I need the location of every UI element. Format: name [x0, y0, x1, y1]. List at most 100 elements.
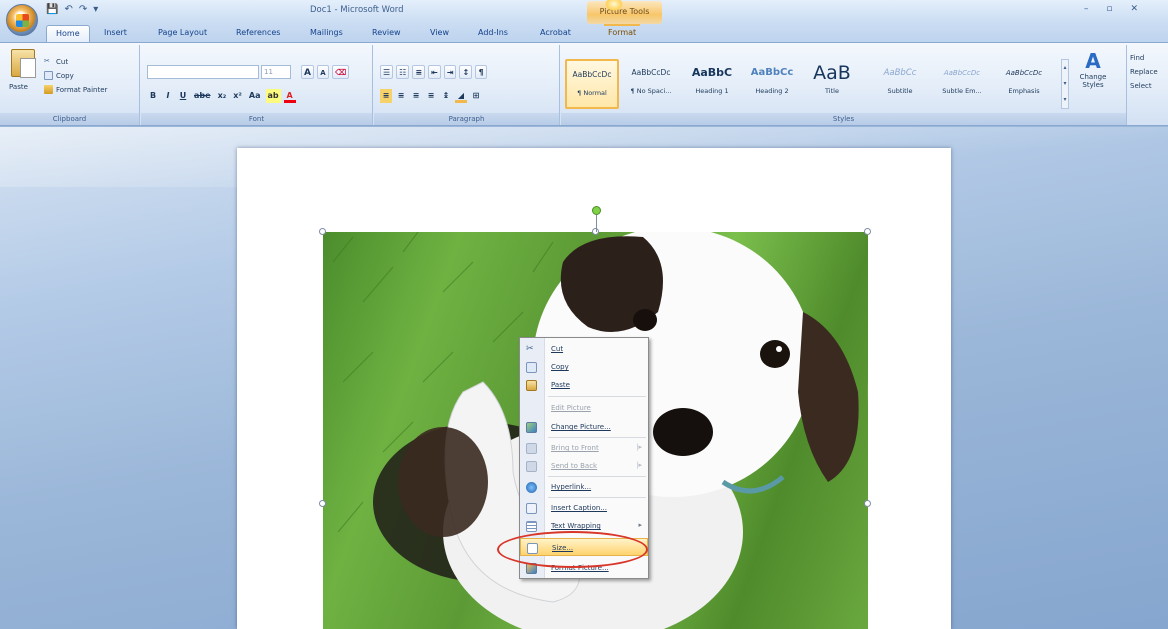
- justify-icon[interactable]: ≡: [425, 89, 437, 103]
- menu-item-edit-picture[interactable]: Edit Picture: [520, 399, 648, 417]
- text-wrapping-icon: [526, 521, 537, 532]
- font-size-combo[interactable]: 11: [261, 65, 291, 79]
- italic-button[interactable]: I: [162, 89, 174, 103]
- font-color-icon[interactable]: A: [283, 89, 296, 103]
- grow-font-button[interactable]: A: [301, 65, 314, 79]
- style-sample: AaBbCcDc: [1005, 69, 1043, 77]
- tab-page-layout[interactable]: Page Layout: [158, 28, 207, 37]
- paste-label: Paste: [9, 83, 28, 91]
- style-name: Emphasis: [1008, 87, 1040, 95]
- tab-view[interactable]: View: [430, 28, 449, 37]
- style-heading-1[interactable]: AaBbC Heading 1: [685, 59, 739, 109]
- tab-references[interactable]: References: [236, 28, 280, 37]
- increase-indent-icon[interactable]: ⇥: [443, 65, 457, 79]
- show-marks-icon[interactable]: ¶: [475, 65, 488, 79]
- underline-button[interactable]: U: [177, 89, 189, 103]
- replace-button[interactable]: Replace: [1130, 65, 1158, 79]
- style-subtitle[interactable]: AaBbCc Subtitle: [873, 59, 927, 109]
- rotation-handle-stem: [596, 215, 597, 232]
- style-normal[interactable]: AaBbCcDc ¶ Normal: [565, 59, 619, 109]
- copy-icon: [44, 71, 53, 80]
- tab-insert[interactable]: Insert: [104, 28, 127, 37]
- undo-icon[interactable]: ↶: [64, 4, 72, 15]
- bring-to-front-icon: [526, 443, 537, 454]
- cut-button[interactable]: ✂ Cut: [44, 57, 68, 66]
- sort-icon[interactable]: ↕: [459, 65, 473, 79]
- menu-item-copy[interactable]: Copy: [520, 358, 648, 376]
- strikethrough-button[interactable]: abe: [192, 89, 213, 103]
- align-center-icon[interactable]: ≡: [395, 89, 407, 103]
- format-painter-button[interactable]: Format Painter: [44, 85, 107, 94]
- style-no-spacing[interactable]: AaBbCcDc ¶ No Spaci...: [624, 59, 678, 109]
- scissors-icon: ✂: [526, 344, 534, 354]
- styles-scroll-icon[interactable]: ▴ ▾ ▾: [1061, 59, 1069, 109]
- style-heading-2[interactable]: AaBbCc Heading 2: [745, 59, 799, 109]
- rotation-handle[interactable]: [592, 206, 601, 215]
- highlight-color-icon[interactable]: ab: [265, 89, 281, 103]
- find-button[interactable]: Find: [1130, 51, 1158, 65]
- change-styles-button[interactable]: A Change Styles: [1073, 49, 1113, 89]
- style-title[interactable]: AaB Title: [805, 59, 859, 109]
- paste-button[interactable]: [11, 49, 36, 78]
- menu-item-cut[interactable]: ✂ Cut: [520, 340, 648, 358]
- tab-review[interactable]: Review: [372, 28, 401, 37]
- close-icon[interactable]: ✕: [1130, 4, 1156, 14]
- borders-icon[interactable]: ⊞: [470, 89, 482, 103]
- clear-formatting-icon[interactable]: ⌫: [331, 65, 350, 79]
- menu-separator: [548, 476, 646, 477]
- redo-icon[interactable]: ↷: [79, 4, 87, 15]
- resize-handle-nw[interactable]: [319, 228, 326, 235]
- numbering-icon[interactable]: ☷: [396, 65, 410, 79]
- decrease-indent-icon[interactable]: ⇤: [428, 65, 441, 79]
- style-sample: AaBbCc: [750, 67, 794, 78]
- menu-item-insert-caption[interactable]: Insert Caption...: [520, 499, 648, 517]
- select-button[interactable]: Select: [1130, 79, 1158, 93]
- resize-handle-w[interactable]: [319, 500, 326, 507]
- send-to-back-icon: [526, 461, 537, 472]
- menu-item-label: Send to Back: [551, 462, 598, 470]
- tab-acrobat[interactable]: Acrobat: [540, 28, 571, 37]
- line-spacing-icon[interactable]: ↨: [440, 89, 452, 103]
- menu-separator: [548, 396, 646, 397]
- annotation-circle: [497, 531, 648, 568]
- tab-format[interactable]: Format: [603, 24, 641, 37]
- paste-icon: [526, 380, 537, 391]
- menu-item-label: Cut: [551, 345, 564, 353]
- style-sample: AaBbCcDc: [943, 69, 981, 77]
- copy-button[interactable]: Copy: [44, 71, 74, 80]
- bold-button[interactable]: B: [147, 89, 159, 103]
- tab-home[interactable]: Home: [46, 25, 90, 42]
- save-icon[interactable]: 💾: [46, 4, 58, 15]
- minimize-icon[interactable]: –: [1084, 4, 1107, 14]
- resize-handle-e[interactable]: [864, 500, 871, 507]
- office-button[interactable]: [6, 4, 38, 36]
- style-sample: AaB: [813, 62, 851, 84]
- resize-handle-ne[interactable]: [864, 228, 871, 235]
- bullets-icon[interactable]: ☰: [380, 65, 394, 79]
- subscript-button[interactable]: x₂: [216, 89, 229, 103]
- customize-qat-icon[interactable]: ▾: [93, 4, 98, 15]
- font-name-combo[interactable]: [147, 65, 259, 79]
- menu-item-hyperlink[interactable]: Hyperlink...: [520, 478, 648, 496]
- shrink-font-button[interactable]: A: [316, 65, 329, 79]
- font-group-label: Font: [141, 113, 372, 125]
- style-emphasis[interactable]: AaBbCcDc Emphasis: [997, 59, 1051, 109]
- align-left-icon[interactable]: ≡: [380, 89, 392, 103]
- shading-icon[interactable]: ◢: [455, 89, 467, 103]
- copy-icon: [526, 362, 537, 373]
- menu-item-send-to-back[interactable]: Send to Back |▸: [520, 457, 648, 475]
- menu-item-change-picture[interactable]: Change Picture...: [520, 418, 648, 436]
- caption-icon: [526, 503, 537, 514]
- style-subtle-emphasis[interactable]: AaBbCcDc Subtle Em...: [935, 59, 989, 109]
- menu-separator: [548, 497, 646, 498]
- multilevel-list-icon[interactable]: ≡: [412, 65, 426, 79]
- tab-mailings[interactable]: Mailings: [310, 28, 343, 37]
- submenu-arrow-icon: |▸: [636, 461, 642, 469]
- menu-item-bring-to-front[interactable]: Bring to Front |▸: [520, 439, 648, 457]
- maximize-icon[interactable]: ▫: [1106, 4, 1130, 14]
- menu-item-paste[interactable]: Paste: [520, 376, 648, 394]
- tab-add-ins[interactable]: Add-Ins: [478, 28, 508, 37]
- superscript-button[interactable]: x²: [231, 89, 244, 103]
- align-right-icon[interactable]: ≡: [410, 89, 422, 103]
- change-case-button[interactable]: Aa: [247, 89, 263, 103]
